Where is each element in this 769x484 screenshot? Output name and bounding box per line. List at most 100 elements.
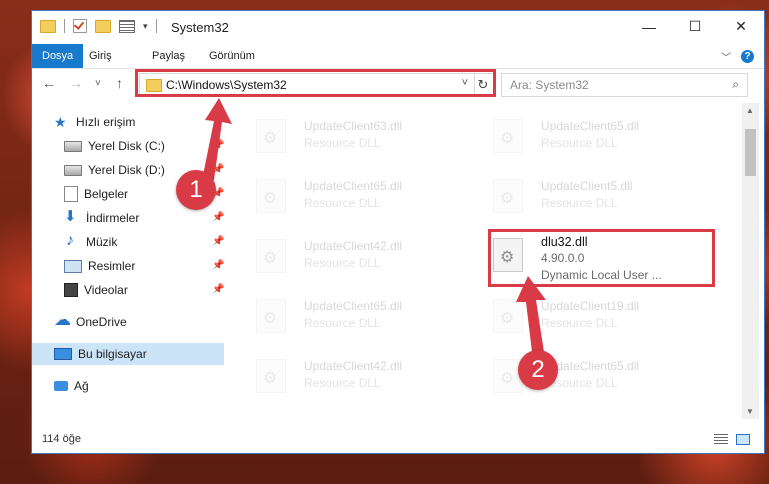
pin-icon: 📌 xyxy=(212,164,225,175)
quick-access-toolbar: ▾ xyxy=(40,19,157,33)
file-description: Resource DLL xyxy=(304,376,381,390)
file-description: Resource DLL xyxy=(541,316,618,330)
scroll-down-icon[interactable]: ▼ xyxy=(746,407,754,416)
back-arrow-icon[interactable]: ← xyxy=(42,75,56,91)
sidebar-item-local-disk-d[interactable]: Yerel Disk (D:) xyxy=(64,159,165,181)
expand-ribbon-icon[interactable]: ﹀ xyxy=(721,49,731,64)
folder-icon xyxy=(40,19,56,33)
scroll-up-icon[interactable]: ▲ xyxy=(746,106,754,115)
list-item[interactable]: UpdateClient63.dll Resource DLL xyxy=(234,109,459,161)
minimize-button[interactable]: — xyxy=(626,11,672,42)
list-item[interactable]: UpdateClient19.dll Resource DLL xyxy=(471,289,696,341)
pin-icon: 📌 xyxy=(212,260,225,271)
music-icon xyxy=(64,230,80,252)
sidebar-item-label: İndirmeler xyxy=(86,211,140,225)
sidebar-item-downloads[interactable]: İndirmeler xyxy=(64,206,140,229)
sidebar-item-label: Yerel Disk (C:) xyxy=(88,139,165,153)
sidebar-item-network[interactable]: Ağ xyxy=(54,375,89,397)
title-bar: ▾ System32 — ☐ ✕ xyxy=(32,11,764,44)
maximize-button[interactable]: ☐ xyxy=(672,11,718,42)
toolbar-separator xyxy=(64,19,65,33)
tiles-view-icon[interactable] xyxy=(736,434,750,445)
dll-file-icon xyxy=(493,179,523,213)
list-item[interactable]: UpdateClient42.dll Resource DLL xyxy=(234,229,459,281)
network-icon xyxy=(54,381,68,391)
file-name: UpdateClient65.dll xyxy=(304,179,403,193)
list-item[interactable]: UpdateClient65.dll Resource DLL xyxy=(234,169,459,221)
sidebar-item-label: Resimler xyxy=(88,259,136,273)
list-item[interactable]: UpdateClient65.dll Resource DLL xyxy=(471,349,696,401)
tab-giris[interactable]: Giriş xyxy=(89,44,112,68)
list-item[interactable]: UpdateClient65.dll Resource DLL xyxy=(471,109,696,161)
file-name: UpdateClient5.dll xyxy=(541,179,633,193)
file-description: Dynamic Local User ... xyxy=(541,268,662,282)
file-description: Resource DLL xyxy=(541,136,618,150)
disk-icon xyxy=(64,140,82,152)
status-bar: 114 öğe xyxy=(32,427,764,453)
customize-toolbar-icon[interactable] xyxy=(119,19,135,33)
toolbar-dropdown-icon[interactable]: ▾ xyxy=(143,21,148,32)
new-folder-icon[interactable] xyxy=(95,19,111,33)
dll-file-icon xyxy=(256,359,286,393)
sidebar-item-local-disk-c[interactable]: Yerel Disk (C:) xyxy=(64,135,165,157)
file-description: Resource DLL xyxy=(304,196,381,210)
file-name: UpdateClient65.dll xyxy=(304,299,403,313)
disk-icon xyxy=(64,164,82,176)
tab-dosya[interactable]: Dosya xyxy=(32,44,84,68)
sidebar-item-videos[interactable]: Videolar xyxy=(64,279,128,301)
details-view-icon[interactable] xyxy=(714,434,728,445)
dll-file-icon xyxy=(256,299,286,333)
search-box[interactable]: Ara: System32 ⌕ xyxy=(501,73,748,97)
this-pc-icon xyxy=(54,348,72,360)
window-title: System32 xyxy=(171,20,229,35)
tab-paylas[interactable]: Paylaş xyxy=(152,44,185,68)
tab-gorunum[interactable]: Görünüm xyxy=(209,44,255,68)
file-version: 4.90.0.0 xyxy=(541,251,585,265)
sidebar-item-documents[interactable]: Belgeler xyxy=(64,183,128,205)
ribbon-controls: ﹀ ? xyxy=(721,49,754,64)
documents-icon xyxy=(64,186,78,202)
pin-icon: 📌 xyxy=(212,284,225,295)
sidebar-item-music[interactable]: Müzik xyxy=(64,230,118,253)
up-arrow-icon[interactable]: ↑ xyxy=(116,75,123,91)
list-item[interactable]: UpdateClient42.dll Resource DLL xyxy=(234,349,459,401)
sidebar-item-onedrive[interactable]: OneDrive xyxy=(54,309,127,333)
list-item[interactable]: UpdateClient5.dll Resource DLL xyxy=(471,169,696,221)
download-icon xyxy=(64,206,80,228)
navigation-pane: Hızlı erişim Yerel Disk (C:) 📌 Yerel Dis… xyxy=(32,103,226,413)
recent-locations-icon[interactable]: ˅ xyxy=(95,78,101,89)
sidebar-item-label: Videolar xyxy=(84,283,128,297)
sidebar-item-label: Müzik xyxy=(86,235,118,249)
sidebar-item-pictures[interactable]: Resimler xyxy=(64,255,135,277)
list-item[interactable]: UpdateClient65.dll Resource DLL xyxy=(234,289,459,341)
search-input[interactable]: Ara: System32 xyxy=(510,78,589,92)
list-item-dlu32[interactable]: dlu32.dll 4.90.0.0 Dynamic Local User ..… xyxy=(471,229,696,289)
scrollbar-thumb[interactable] xyxy=(745,129,756,176)
file-description: Resource DLL xyxy=(304,316,381,330)
toolbar-separator xyxy=(155,19,157,33)
dll-file-icon xyxy=(256,119,286,153)
dll-file-icon xyxy=(256,179,286,213)
address-path[interactable]: C:\Windows\System32 xyxy=(166,78,287,92)
close-button[interactable]: ✕ xyxy=(718,11,764,42)
help-icon[interactable]: ? xyxy=(741,50,754,63)
item-count: 114 öğe xyxy=(42,433,81,445)
file-name: UpdateClient42.dll xyxy=(304,239,403,253)
chevron-down-icon[interactable]: ˅ xyxy=(462,77,468,89)
properties-check-icon[interactable] xyxy=(73,19,87,33)
file-name: dlu32.dll xyxy=(541,235,588,249)
pictures-icon xyxy=(64,259,82,273)
search-icon[interactable]: ⌕ xyxy=(732,77,739,92)
file-explorer-window: ▾ System32 — ☐ ✕ Dosya Giriş Paylaş Görü… xyxy=(31,10,765,454)
vertical-scrollbar[interactable]: ▲ ▼ xyxy=(742,103,759,419)
refresh-button[interactable]: ↻ xyxy=(473,73,494,97)
dll-file-icon xyxy=(256,239,286,273)
sidebar-item-this-pc[interactable]: Bu bilgisayar xyxy=(32,343,224,365)
sidebar-item-quick-access[interactable]: Hızlı erişim xyxy=(54,111,135,133)
onedrive-icon xyxy=(54,309,71,331)
pin-icon: 📌 xyxy=(212,236,225,247)
forward-arrow-icon[interactable]: → xyxy=(69,75,83,91)
file-description: Resource DLL xyxy=(541,196,618,210)
address-bar[interactable]: C:\Windows\System32 ˅ xyxy=(139,73,475,97)
step-1-badge: 1 xyxy=(176,170,216,210)
